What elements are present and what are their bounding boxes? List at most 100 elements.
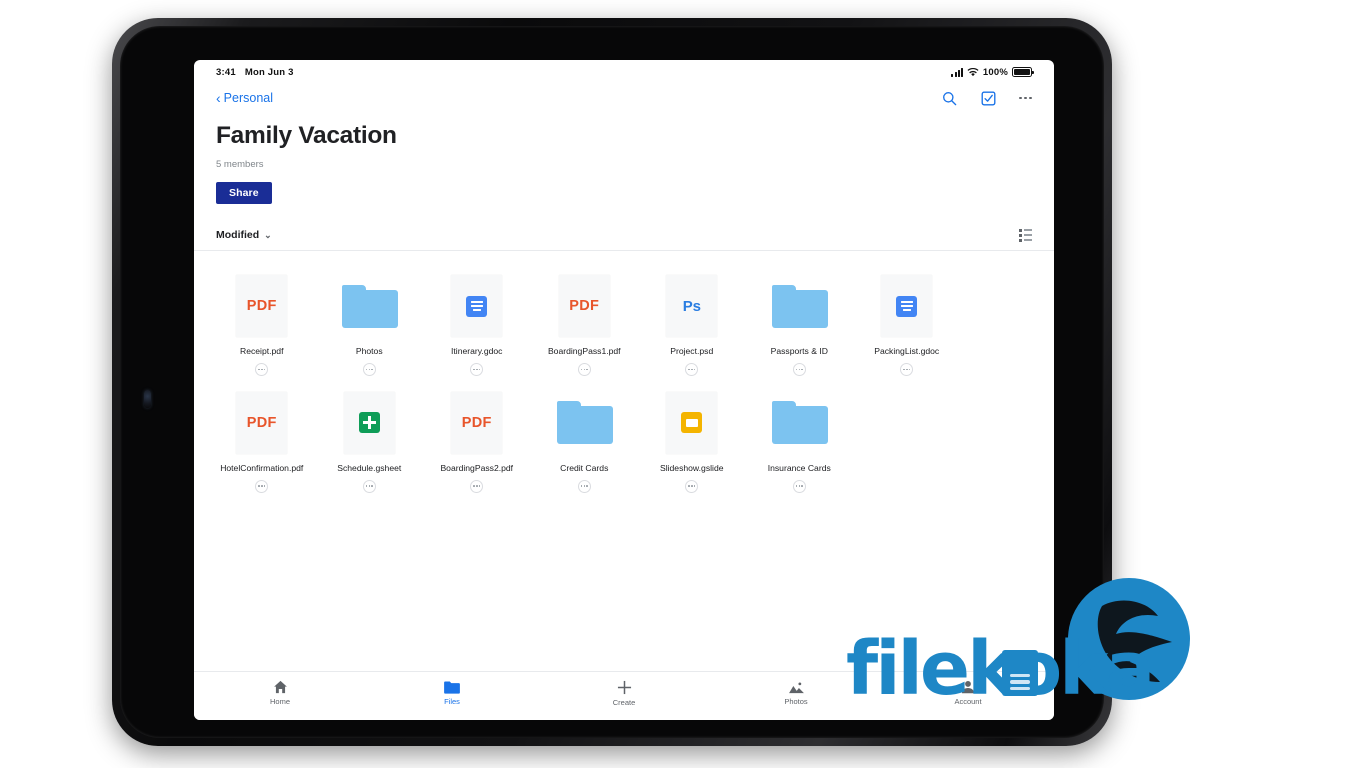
file-thumbnail: PDF: [236, 391, 288, 454]
file-thumbnail: [451, 275, 503, 338]
file-more-options-icon[interactable]: [255, 479, 269, 493]
file-item[interactable]: PDF Receipt.pdf: [208, 265, 316, 382]
file-thumb-wrap: [342, 275, 399, 337]
header-block: Family Vacation 5 members Share: [194, 112, 1054, 205]
file-item[interactable]: PDF HotelConfirmation.pdf: [208, 382, 316, 499]
google-docs-icon: [896, 295, 918, 317]
chevron-left-icon: ‹: [216, 90, 221, 106]
file-item[interactable]: Passports & ID: [746, 265, 854, 382]
battery-icon: [1012, 67, 1034, 77]
sort-dropdown[interactable]: Modified ⌄: [216, 229, 272, 241]
file-item[interactable]: Schedule.gsheet: [316, 382, 424, 499]
bottom-nav-create[interactable]: Create: [538, 680, 710, 707]
folder-icon: [342, 284, 399, 328]
file-name: HotelConfirmation.pdf: [220, 462, 304, 473]
file-item[interactable]: PDF BoardingPass1.pdf: [531, 265, 639, 382]
photos-icon: [788, 681, 804, 694]
share-button[interactable]: Share: [216, 182, 272, 205]
folder-icon: [444, 681, 460, 694]
file-name: Slideshow.gslide: [659, 462, 724, 473]
bottom-nav-label: Files: [444, 696, 460, 706]
folder-icon: [557, 401, 614, 445]
sort-bar: Modified ⌄: [194, 220, 1054, 252]
file-thumb-wrap: [772, 275, 829, 337]
file-thumbnail: [343, 391, 395, 454]
file-more-options-icon[interactable]: [470, 362, 484, 376]
more-options-icon[interactable]: [1018, 93, 1032, 104]
file-more-options-icon[interactable]: [470, 479, 484, 493]
wifi-icon: [967, 67, 979, 76]
file-thumb-wrap: [880, 275, 934, 338]
file-more-options-icon[interactable]: [685, 479, 699, 493]
page-title: Family Vacation: [216, 122, 397, 149]
pdf-badge: PDF: [461, 414, 492, 431]
file-name: Insurance Cards: [767, 462, 831, 473]
file-more-options-icon[interactable]: [792, 479, 806, 493]
file-thumb-wrap: Ps: [665, 275, 719, 338]
file-item[interactable]: PackingList.gdoc: [853, 265, 961, 382]
file-item[interactable]: Slideshow.gslide: [638, 382, 746, 499]
file-name: Credit Cards: [560, 462, 609, 473]
list-view-icon[interactable]: [1019, 228, 1032, 242]
file-more-options-icon[interactable]: [362, 362, 376, 376]
file-thumbnail: Ps: [666, 275, 718, 338]
file-thumbnail: [881, 275, 933, 338]
file-name: Itinerary.gdoc: [451, 346, 503, 357]
back-label: Personal: [223, 91, 274, 105]
select-checkbox-icon[interactable]: [980, 90, 997, 107]
google-sheets-icon: [358, 412, 380, 434]
status-bar: 3:41 Mon Jun 3 100%: [194, 60, 1054, 84]
bottom-nav-photos[interactable]: Photos: [710, 681, 882, 706]
google-docs-icon: [466, 295, 488, 317]
bottom-nav-account[interactable]: Account: [882, 680, 1054, 706]
file-thumbnail: [666, 391, 718, 454]
status-bar-right: 100%: [951, 67, 1034, 78]
file-thumb-wrap: PDF: [235, 275, 289, 338]
back-to-personal-button[interactable]: ‹ Personal: [216, 91, 273, 105]
file-thumbnail: PDF: [236, 275, 288, 338]
file-item[interactable]: Credit Cards: [531, 382, 639, 499]
file-thumb-wrap: [342, 391, 396, 454]
file-name: Photos: [355, 346, 383, 357]
status-time: 3:41: [216, 66, 236, 78]
file-name: BoardingPass2.pdf: [440, 462, 514, 473]
home-indicator-strip: [194, 714, 1054, 720]
file-thumbnail: PDF: [558, 275, 610, 338]
file-more-options-icon[interactable]: [792, 362, 806, 376]
tablet-device: 3:41 Mon Jun 3 100% ‹ Personal Family Va…: [112, 18, 1112, 746]
status-date: Mon Jun 3: [244, 66, 294, 78]
folder-icon: [772, 401, 829, 445]
status-bar-left: 3:41 Mon Jun 3: [216, 67, 294, 78]
file-grid-container: PDF Receipt.pdf Photos Itinerary.gdoc PDF Boa…: [194, 251, 1054, 671]
file-more-options-icon[interactable]: [900, 362, 914, 376]
file-item[interactable]: Photos: [316, 265, 424, 382]
bottom-nav-label: Photos: [784, 696, 808, 706]
bottom-nav-files[interactable]: Files: [366, 681, 538, 706]
cellular-bars-icon: [951, 67, 963, 77]
bottom-nav-label: Home: [269, 697, 290, 707]
nav-actions: [941, 90, 1032, 107]
google-slides-icon: [681, 412, 703, 434]
file-name: BoardingPass1.pdf: [547, 346, 621, 357]
pdf-badge: PDF: [569, 298, 600, 315]
sort-label: Modified: [216, 229, 260, 242]
file-item[interactable]: PDF BoardingPass2.pdf: [423, 382, 531, 499]
file-name: PackingList.gdoc: [874, 346, 940, 357]
file-grid: PDF Receipt.pdf Photos Itinerary.gdoc PDF Boa…: [208, 265, 1040, 498]
bottom-nav-home[interactable]: Home: [194, 680, 366, 706]
file-item[interactable]: Ps Project.psd: [638, 265, 746, 382]
file-item[interactable]: Itinerary.gdoc: [423, 265, 531, 382]
bottom-nav-label: Create: [612, 697, 636, 707]
file-more-options-icon[interactable]: [362, 479, 376, 493]
file-item[interactable]: Insurance Cards: [746, 382, 854, 499]
tablet-bezel: 3:41 Mon Jun 3 100% ‹ Personal Family Va…: [120, 26, 1104, 738]
file-more-options-icon[interactable]: [685, 362, 699, 376]
file-more-options-icon[interactable]: [577, 362, 591, 376]
file-more-options-icon[interactable]: [255, 362, 269, 376]
account-icon: [961, 680, 975, 694]
search-icon[interactable]: [941, 90, 958, 107]
members-count: 5 members: [216, 159, 264, 171]
bottom-navigation: Home Files Create Photos Account: [194, 671, 1054, 714]
chevron-down-icon: ⌄: [264, 229, 272, 240]
file-more-options-icon[interactable]: [577, 479, 591, 493]
